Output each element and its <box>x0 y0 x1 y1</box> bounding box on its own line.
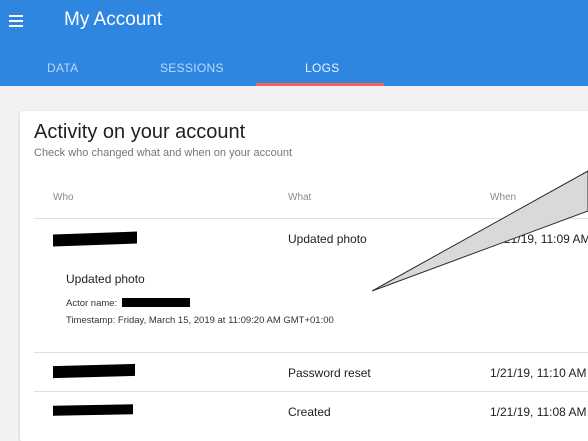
callout-pointer <box>371 170 588 292</box>
